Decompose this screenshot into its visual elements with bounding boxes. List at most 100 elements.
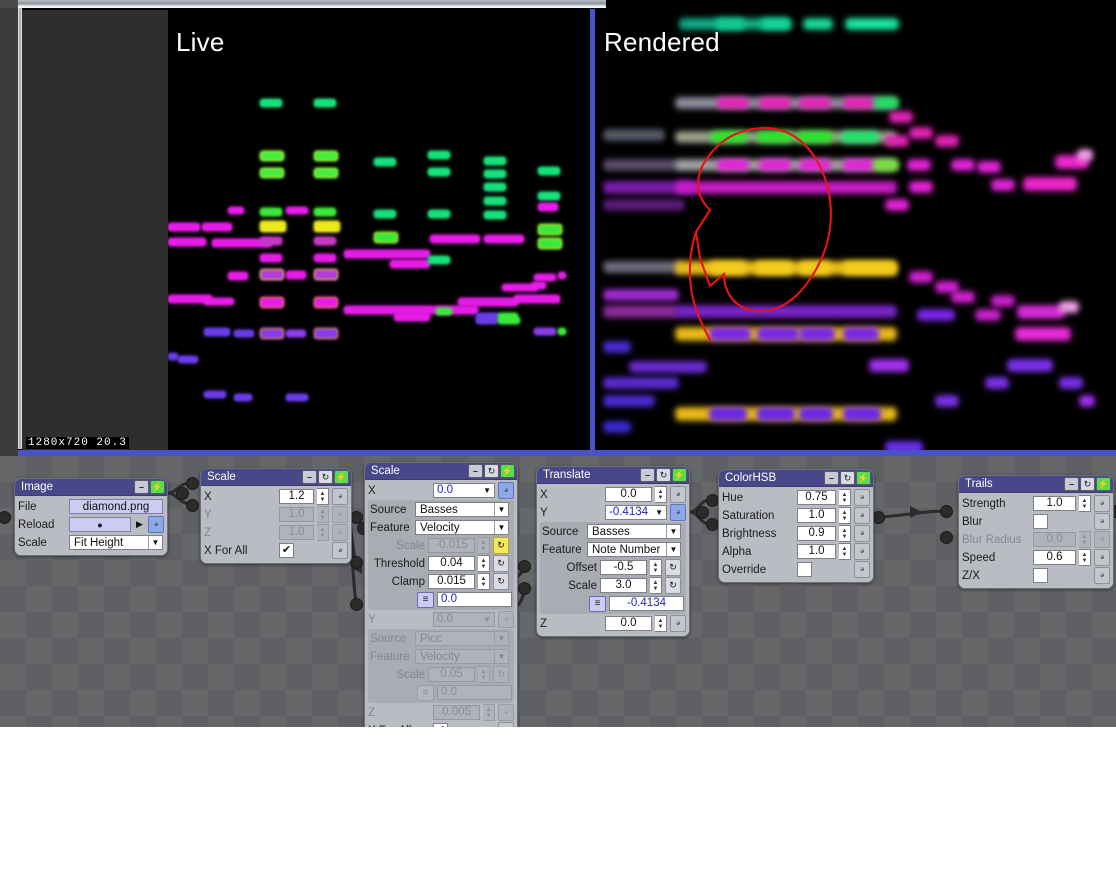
row-translate-y[interactable]: Y -0.4134 ▼ ᵊ bbox=[540, 504, 686, 521]
power-icon[interactable]: ⚡ bbox=[150, 480, 165, 494]
equals-icon[interactable]: ≡ bbox=[589, 595, 606, 612]
node-port-dot[interactable] bbox=[350, 598, 363, 611]
node-scale-1-titlebar[interactable]: Scale – ↻ ⚡ bbox=[201, 469, 351, 486]
equals-icon[interactable]: ≡ bbox=[417, 684, 434, 701]
scale-value-field[interactable]: -0.015 bbox=[428, 538, 475, 553]
row-translate-x[interactable]: X 0.0 ▲ ▼ ᵊ bbox=[540, 486, 686, 503]
row-reload[interactable]: Reload ● ▶ ᵊ bbox=[18, 516, 164, 533]
cycle-icon[interactable]: ↻ bbox=[493, 537, 509, 554]
blur-radius-value-field[interactable]: 0.0 bbox=[1033, 532, 1076, 547]
link-icon[interactable]: ᵊ bbox=[332, 506, 348, 523]
node-scale-1[interactable]: Scale – ↻ ⚡ X 1.2 ▲ ▼ ᵊ Y 1.0 ▲ ▼ ᵊ Z 1.… bbox=[200, 468, 352, 564]
link-icon[interactable]: ᵊ bbox=[670, 615, 686, 632]
x-value-field[interactable]: 0.0 ▼ bbox=[433, 483, 495, 498]
chevron-down-icon[interactable]: ▼ bbox=[494, 503, 508, 516]
node-port-dot[interactable] bbox=[176, 487, 189, 500]
brightness-value-field[interactable]: 0.9 bbox=[797, 526, 836, 541]
file-field[interactable]: diamond.png bbox=[69, 499, 163, 514]
feature-combo[interactable]: Velocity ▼ bbox=[415, 520, 509, 535]
link-icon[interactable]: ᵊ bbox=[498, 482, 514, 499]
link-icon[interactable]: ᵊ bbox=[854, 543, 870, 560]
cycle-icon[interactable]: ↻ bbox=[493, 573, 509, 590]
override-checkbox[interactable] bbox=[797, 562, 812, 577]
row-alpha[interactable]: Alpha 1.0 ▲ ▼ ᵊ bbox=[722, 543, 870, 560]
alpha-value-field[interactable]: 1.0 bbox=[797, 544, 836, 559]
feature-combo[interactable]: Note Number ▼ bbox=[587, 542, 681, 557]
link-icon[interactable]: ᵊ bbox=[854, 525, 870, 542]
power-icon[interactable]: ⚡ bbox=[672, 468, 687, 482]
spin-down-icon[interactable]: ▼ bbox=[481, 675, 487, 681]
node-port-dot[interactable] bbox=[186, 499, 199, 512]
link-icon[interactable]: ᵊ bbox=[1094, 549, 1110, 566]
link-icon[interactable]: ᵊ bbox=[854, 561, 870, 578]
feature-combo[interactable]: Velocity ▼ bbox=[415, 649, 509, 664]
power-icon[interactable]: ⚡ bbox=[856, 471, 871, 485]
link-icon[interactable]: ᵊ bbox=[498, 722, 514, 727]
link-icon[interactable]: ᵊ bbox=[1094, 513, 1110, 530]
x-value-field[interactable]: 0.0 bbox=[605, 487, 652, 502]
z-spinner[interactable]: ▲ ▼ bbox=[655, 615, 667, 632]
spin-down-icon[interactable]: ▼ bbox=[658, 624, 664, 630]
strength-value-field[interactable]: 1.0 bbox=[1033, 496, 1076, 511]
node-graph-canvas[interactable]: Image – ⚡ File diamond.png Reload ● ▶ ᵊ bbox=[0, 456, 1116, 727]
cycle-icon[interactable]: ↻ bbox=[840, 471, 855, 485]
link-icon[interactable]: ᵊ bbox=[332, 542, 348, 559]
spin-down-icon[interactable]: ▼ bbox=[842, 552, 848, 558]
scale-value-field[interactable]: 3.0 bbox=[600, 578, 647, 593]
row-scale2-y-scale[interactable]: Scale 0.05 ▲ ▼ ↻ bbox=[370, 666, 512, 683]
row-blur-radius[interactable]: Blur Radius 0.0 ▲ ▼ ᵊ bbox=[962, 531, 1110, 548]
cycle-icon[interactable]: ↻ bbox=[665, 559, 681, 576]
cycle-icon[interactable]: ↻ bbox=[493, 666, 509, 683]
link-icon[interactable]: ᵊ bbox=[498, 611, 514, 628]
play-icon[interactable]: ▶ bbox=[136, 519, 143, 530]
row-override[interactable]: Override ᵊ bbox=[722, 561, 870, 578]
node-translate[interactable]: Translate – ↻ ⚡ X 0.0 ▲ ▼ ᵊ Y -0.4134 ▼ … bbox=[536, 466, 690, 637]
node-port-dot[interactable] bbox=[940, 505, 953, 518]
cycle-icon[interactable]: ↻ bbox=[484, 464, 499, 478]
row-scale2-x-clamp[interactable]: Clamp 0.015 ▲ ▼ ↻ bbox=[370, 573, 512, 590]
row-scale2-y-feature[interactable]: Feature Velocity ▼ bbox=[370, 648, 512, 665]
equals-icon[interactable]: ≡ bbox=[417, 591, 434, 608]
x-spinner[interactable]: ▲ ▼ bbox=[655, 486, 667, 503]
node-port-dot[interactable] bbox=[940, 531, 953, 544]
node-image[interactable]: Image – ⚡ File diamond.png Reload ● ▶ ᵊ bbox=[14, 478, 168, 556]
row-scale2-x-scale[interactable]: Scale -0.015 ▲ ▼ ↻ bbox=[370, 537, 512, 554]
scale-value-field[interactable]: 0.05 bbox=[428, 667, 475, 682]
zx-checkbox[interactable] bbox=[1033, 568, 1048, 583]
row-brightness[interactable]: Brightness 0.9 ▲ ▼ ᵊ bbox=[722, 525, 870, 542]
minimize-icon[interactable]: – bbox=[640, 468, 655, 482]
row-scale2-y-source[interactable]: Source Picc ▼ bbox=[370, 630, 512, 647]
node-scale-2-titlebar[interactable]: Scale – ↻ ⚡ bbox=[365, 463, 517, 480]
row-saturation[interactable]: Saturation 1.0 ▲ ▼ ᵊ bbox=[722, 507, 870, 524]
link-icon[interactable]: ᵊ bbox=[332, 524, 348, 541]
minimize-icon[interactable]: – bbox=[1064, 477, 1079, 491]
spin-down-icon[interactable]: ▼ bbox=[320, 497, 326, 503]
spin-down-icon[interactable]: ▼ bbox=[481, 564, 487, 570]
row-speed[interactable]: Speed 0.6 ▲ ▼ ᵊ bbox=[962, 549, 1110, 566]
power-icon[interactable]: ⚡ bbox=[334, 470, 349, 484]
node-translate-titlebar[interactable]: Translate – ↻ ⚡ bbox=[537, 467, 689, 484]
node-colorhsb-titlebar[interactable]: ColorHSB – ↻ ⚡ bbox=[719, 470, 873, 487]
node-scale-2[interactable]: Scale – ↻ ⚡ X 0.0 ▼ ᵊ Source Basses ▼ Fe… bbox=[364, 462, 518, 727]
row-scale1-y[interactable]: Y 1.0 ▲ ▼ ᵊ bbox=[204, 506, 348, 523]
y-value-field[interactable]: 1.0 bbox=[279, 507, 314, 522]
row-scale1-xforall[interactable]: X For All ✔ ᵊ bbox=[204, 542, 348, 559]
y-value-field[interactable]: 0.0 ▼ bbox=[433, 612, 495, 627]
x-value-field[interactable]: 1.2 bbox=[279, 489, 314, 504]
link-icon[interactable]: ᵊ bbox=[1094, 567, 1110, 584]
link-icon[interactable]: ᵊ bbox=[147, 516, 164, 533]
row-scale2-x-threshold[interactable]: Threshold 0.04 ▲ ▼ ↻ bbox=[370, 555, 512, 572]
hue-spinner[interactable]: ▲ ▼ bbox=[839, 489, 851, 506]
threshold-value-field[interactable]: 0.04 bbox=[428, 556, 475, 571]
link-icon[interactable]: ᵊ bbox=[1094, 495, 1110, 512]
row-zx[interactable]: Z/X ᵊ bbox=[962, 567, 1110, 584]
spin-down-icon[interactable]: ▼ bbox=[486, 713, 492, 719]
link-icon[interactable]: ᵊ bbox=[332, 488, 348, 505]
row-scale1-z[interactable]: Z 1.0 ▲ ▼ ᵊ bbox=[204, 524, 348, 541]
saturation-value-field[interactable]: 1.0 bbox=[797, 508, 836, 523]
row-scale2-x[interactable]: X 0.0 ▼ ᵊ bbox=[368, 482, 514, 499]
link-icon[interactable]: ᵊ bbox=[854, 489, 870, 506]
image-scale-combo[interactable]: Fit Height ▼ bbox=[69, 535, 163, 550]
row-scale2-x-feature[interactable]: Feature Velocity ▼ bbox=[370, 519, 512, 536]
node-port-dot[interactable] bbox=[350, 556, 363, 569]
